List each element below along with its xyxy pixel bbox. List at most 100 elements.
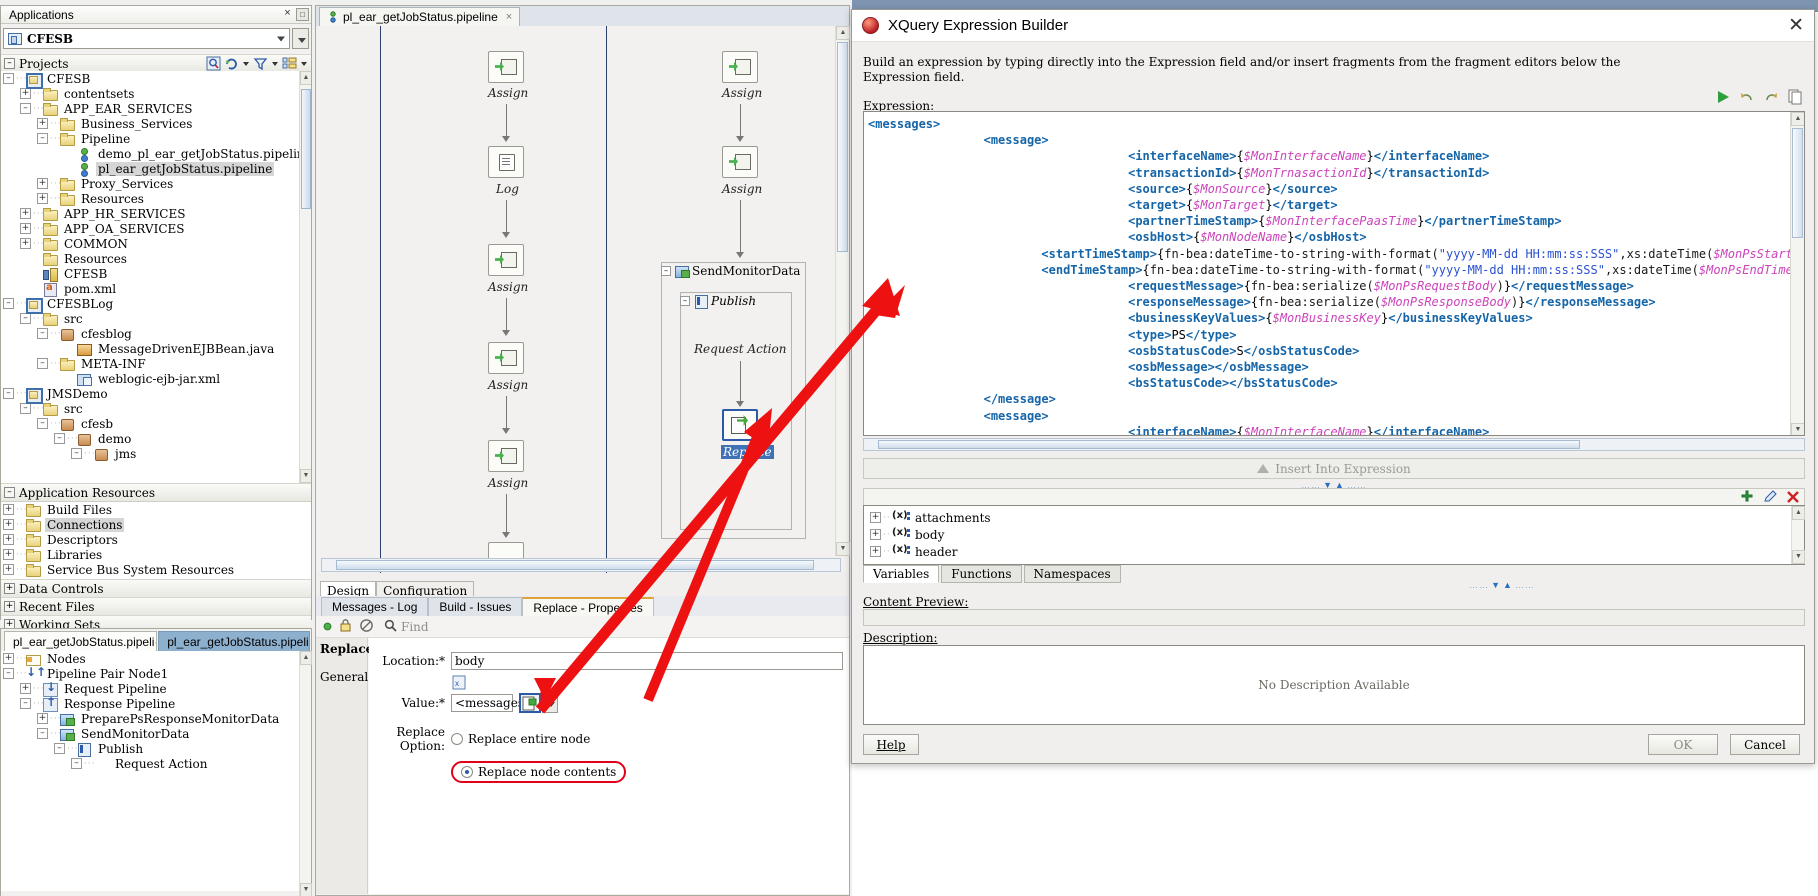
appres-tree-row[interactable]: + ··· Service Bus System Resources [1,562,311,577]
redo-icon[interactable] [1763,89,1779,105]
expression-editor[interactable]: <messages> <message> <interfaceName>{$Mo… [863,111,1805,436]
collapse-icon[interactable]: – [71,448,82,459]
stage-node-assign[interactable] [488,244,524,276]
collapse-icon[interactable]: – [3,668,14,679]
scroll-up-arrow[interactable]: ▲ [1792,506,1805,520]
restore-icon[interactable]: □ [296,8,309,21]
undo-icon[interactable] [1739,89,1755,105]
replace-action-node[interactable] [722,409,758,441]
ok-button[interactable]: OK [1648,734,1718,755]
filter-icon[interactable] [253,56,268,71]
expand-icon[interactable]: + [870,512,881,523]
expression-horizontal-scrollbar[interactable] [863,438,1805,451]
appres-tree-row[interactable]: + ··· Build Files [1,502,311,517]
stage-node-assign[interactable] [488,342,524,374]
scrollbar-thumb[interactable] [878,440,1580,449]
tab-variables[interactable]: Variables [863,565,940,583]
view-options-icon[interactable] [282,56,297,71]
appres-tree-row[interactable]: + ··· Descriptors [1,532,311,547]
collapse-icon[interactable]: – [20,313,31,324]
project-tree-row[interactable]: + ··· contentsets [1,86,311,101]
collapse-icon[interactable]: – [4,487,15,498]
xquery-builder-button[interactable] [519,693,541,713]
expand-icon[interactable]: + [4,583,15,594]
find-input[interactable]: Find [384,619,429,635]
projects-tree-scrollbar[interactable]: ▲ ▼ [299,71,311,483]
chevron-down-icon[interactable] [300,56,308,71]
scrollbar-thumb[interactable] [336,560,814,570]
application-selector[interactable]: CFESB [3,28,290,49]
structure-tree-scrollbar[interactable]: ▲ ▼ [299,651,312,896]
structure-tree-row[interactable]: – ··· SendMonitorData [1,726,301,741]
scroll-down-arrow[interactable]: ▼ [836,542,850,556]
structure-tab-0[interactable]: pl_ear_getJobStatus.pipeli··· ✕ [4,631,158,651]
expand-icon[interactable]: + [3,549,14,560]
project-tree-row[interactable]: + ··· APP_OA_SERVICES [1,221,311,236]
scroll-down-arrow[interactable]: ▼ [300,883,312,896]
scroll-up-arrow[interactable]: ▲ [1791,112,1804,126]
stage-node-assign[interactable] [722,146,758,178]
close-icon[interactable]: × [506,11,512,23]
tab-build-issues[interactable]: Build - Issues [428,597,523,616]
scroll-down-arrow[interactable]: ▼ [1792,550,1805,564]
collapse-icon[interactable]: – [4,58,15,69]
copy-icon[interactable] [1787,89,1803,105]
application-resources-tree[interactable]: + ··· Build Files + ··· Connections + ··· Descri… [1,502,311,579]
editor-tab-pipeline[interactable]: pl_ear_getJobStatus.pipeline × [319,7,521,26]
collapse-icon[interactable]: – [37,328,48,339]
stage-node-assign[interactable] [488,51,524,83]
tab-namespaces[interactable]: Namespaces [1023,565,1121,583]
expand-icon[interactable]: + [870,546,881,557]
project-tree-row[interactable]: + ··· APP_HR_SERVICES [1,206,311,221]
project-tree-row[interactable]: pl_ear_getJobStatus.pipeline [1,161,311,177]
chevron-down-icon[interactable] [277,36,285,41]
scroll-up-arrow[interactable]: ▲ [300,71,311,85]
publish-group-header[interactable]: – Publish [680,294,756,309]
collapse-icon[interactable]: – [37,728,48,739]
help-button[interactable]: Help [863,734,919,755]
editor-horizontal-scrollbar[interactable] [321,558,841,572]
tab-functions[interactable]: Functions [941,565,1022,583]
stage-node-log[interactable] [488,146,524,178]
project-tree-row[interactable]: weblogic-ejb-jar.xml [1,371,311,386]
collapse-icon[interactable]: – [3,73,14,84]
editor-vertical-scrollbar[interactable]: ▲ ▼ [835,26,850,556]
collapse-icon[interactable]: – [680,296,690,306]
radio-icon[interactable] [451,733,463,745]
radio-replace-entire-node[interactable]: Replace entire node [451,732,590,746]
expand-icon[interactable]: + [3,534,14,545]
project-tree-row[interactable]: CFESB [1,266,311,282]
scrollbar-thumb[interactable] [837,42,848,252]
expand-icon[interactable]: + [37,713,48,724]
xquery-dropdown-button[interactable] [542,693,558,713]
expand-icon[interactable]: + [20,683,31,694]
expand-icon[interactable]: + [20,223,31,234]
collapse-icon[interactable]: – [54,433,65,444]
block-icon[interactable] [359,618,374,636]
collapse-icon[interactable]: – [20,403,31,414]
project-tree-row[interactable]: – ··· src [1,401,311,416]
value-input[interactable]: <messages> [451,694,534,712]
search-icon[interactable] [206,56,221,71]
scroll-down-arrow[interactable]: ▼ [1791,423,1804,435]
expression-vertical-scrollbar[interactable]: ▲ ▼ [1790,112,1804,435]
refresh-icon[interactable] [224,56,239,71]
run-icon[interactable] [1715,89,1731,105]
scroll-up-arrow[interactable]: ▲ [300,651,312,665]
expand-icon[interactable]: + [20,238,31,249]
scroll-up-arrow[interactable]: ▲ [836,26,850,40]
project-tree-row[interactable]: – ··· jms [1,446,311,461]
chevron-down-icon[interactable] [271,56,279,71]
structure-tree-row[interactable]: – ··· Request Action [1,756,301,771]
expand-icon[interactable]: + [37,193,48,204]
expand-icon[interactable]: + [870,529,881,540]
tab-replace-properties[interactable]: Replace - Properties [522,597,654,616]
expand-icon[interactable]: + [3,504,14,515]
stage-node-assign[interactable] [722,51,758,83]
data-controls-header[interactable]: + Data Controls [1,579,311,598]
insert-into-expression-button[interactable]: Insert Into Expression [863,458,1805,479]
splitter-handle-bottom[interactable]: …… ▼ ▲ …… [1412,580,1592,590]
close-icon[interactable]: ✕ [1788,16,1804,35]
appres-tree-row[interactable]: + ··· Libraries [1,547,311,562]
collapse-icon[interactable]: – [37,358,48,369]
